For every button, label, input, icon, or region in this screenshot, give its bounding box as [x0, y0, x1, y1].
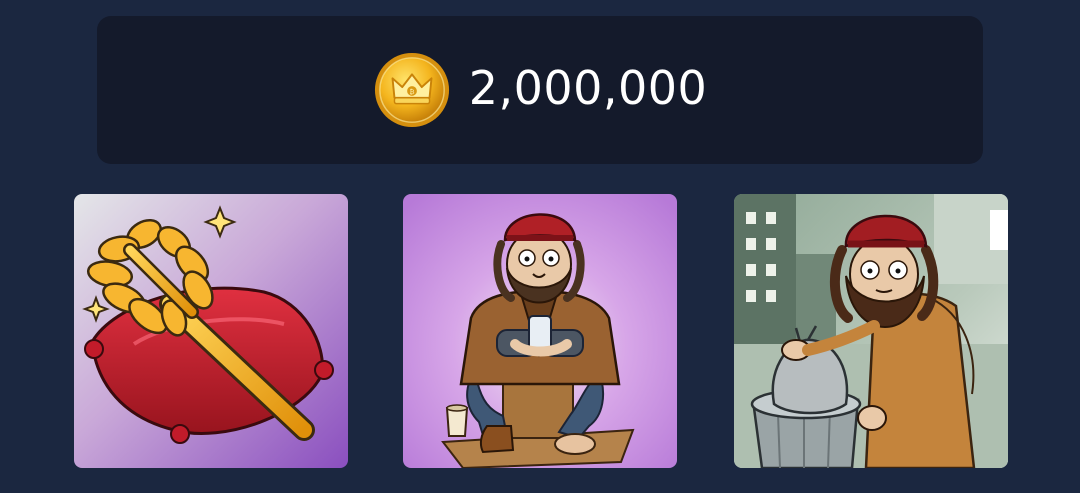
item-card-homeless-with-phone[interactable] — [403, 194, 677, 468]
balance-panel: ₿ 2,000,000 — [97, 16, 983, 164]
toilet-brush-on-pillow-illustration — [74, 194, 348, 468]
balance-amount: 2,000,000 — [468, 61, 708, 115]
item-card-toilet-brush[interactable] — [74, 194, 348, 468]
homeless-man-with-phone-illustration — [403, 194, 677, 468]
screen: ₿ 2,000,000 — [0, 0, 1080, 493]
crown-coin-icon: ₿ — [374, 52, 449, 128]
svg-text:₿: ₿ — [409, 88, 414, 96]
homeless-man-with-trash-can-illustration — [734, 194, 1008, 468]
item-card-homeless-with-trash[interactable] — [734, 194, 1008, 468]
item-grid — [0, 194, 1080, 470]
